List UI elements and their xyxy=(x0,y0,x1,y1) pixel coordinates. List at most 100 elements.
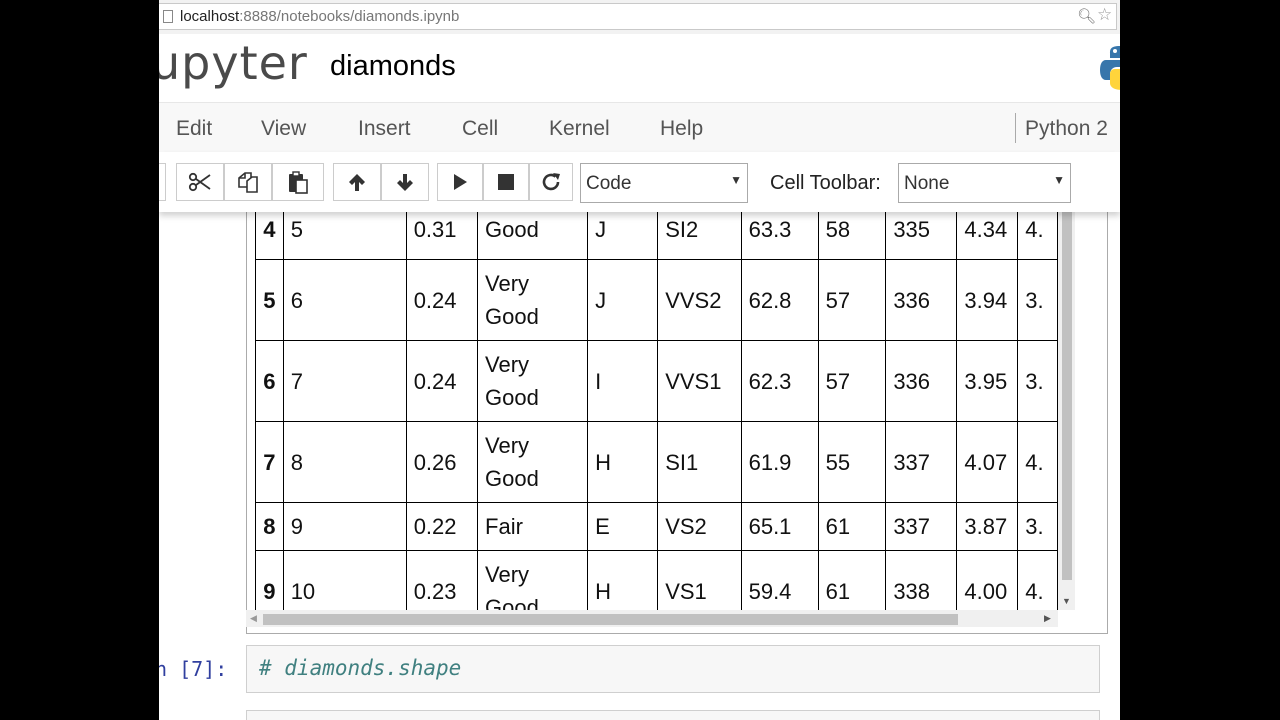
code-cell-input[interactable]: # diamonds.shape xyxy=(246,645,1100,693)
kernel-indicator: Python 2 xyxy=(1025,117,1108,140)
table-cell: Very Good xyxy=(477,550,589,610)
cell-type-value: Code xyxy=(586,173,632,194)
table-cell: 0.22 xyxy=(405,502,479,551)
cell-toolbar-select[interactable]: None ▼ xyxy=(898,163,1071,203)
table-cell: VVS2 xyxy=(657,259,742,341)
table-cell: I xyxy=(587,340,659,422)
python-logo-icon xyxy=(1100,46,1120,90)
table-cell: Very Good xyxy=(477,340,589,422)
url-box[interactable]: localhost:8888/notebooks/diamonds.ipynb … xyxy=(159,3,1117,30)
table-cell: 4. xyxy=(1017,550,1058,610)
table-cell: 0.26 xyxy=(405,421,479,503)
table-cell: VS2 xyxy=(657,502,742,551)
menu-edit[interactable]: Edit xyxy=(176,117,212,141)
table-cell: Fair xyxy=(477,502,589,551)
menu-insert[interactable]: Insert xyxy=(358,117,411,141)
table-cell: Very Good xyxy=(477,421,589,503)
vertical-scroll-thumb[interactable] xyxy=(1062,212,1072,580)
table-cell: 3. xyxy=(1017,340,1058,422)
url-text[interactable]: localhost:8888/notebooks/diamonds.ipynb xyxy=(180,8,459,25)
dataframe-table: 4 5 0.31 Good J SI2 63.3 58 335 4.34 4. 5 6 0.24 Very … xyxy=(255,212,1058,610)
table-cell: Good xyxy=(477,212,589,260)
row-index: 6 xyxy=(255,340,284,422)
row-index: 8 xyxy=(255,502,284,551)
table-row: 7 8 0.26 Very Good H SI1 61.9 55 337 4.07 4. xyxy=(255,421,1058,503)
row-index: 5 xyxy=(255,259,284,341)
menu-kernel[interactable]: Kernel xyxy=(549,117,610,141)
cut-button[interactable] xyxy=(176,163,224,201)
url-path: :8888/notebooks/diamonds.ipynb xyxy=(239,8,460,25)
dropdown-arrow-icon: ▼ xyxy=(1053,173,1065,187)
table-cell: H xyxy=(587,421,659,503)
menu-help[interactable]: Help xyxy=(660,117,703,141)
table-row: 5 6 0.24 Very Good J VVS2 62.8 57 336 3.94 3. xyxy=(255,259,1058,341)
copy-button[interactable] xyxy=(224,163,272,201)
table-cell: E xyxy=(587,502,659,551)
table-cell: J xyxy=(587,212,659,260)
table-cell: 3. xyxy=(1017,259,1058,341)
notebook-title[interactable]: diamonds xyxy=(330,50,456,83)
table-cell: SI1 xyxy=(657,421,742,503)
zoom-icon[interactable]: 🔍︎ xyxy=(1077,7,1096,25)
row-index: 4 xyxy=(255,212,284,260)
table-cell: 4.00 xyxy=(956,550,1019,610)
scroll-left-arrow-icon[interactable]: ◀ xyxy=(250,613,257,624)
refresh-icon xyxy=(542,173,560,191)
table-cell: SI2 xyxy=(657,212,742,260)
table-cell: 57 xyxy=(817,259,887,341)
table-cell: Very Good xyxy=(477,259,589,341)
table-cell: 0.23 xyxy=(405,550,479,610)
table-cell: 10 xyxy=(282,550,407,610)
vertical-scrollbar[interactable]: ▼ xyxy=(1058,212,1075,610)
table-cell: 61 xyxy=(817,502,887,551)
bookmark-star-icon[interactable]: ☆ xyxy=(1097,5,1112,25)
move-down-button[interactable] xyxy=(381,163,429,201)
main-toolbar: Code ▼ Cell Toolbar: None ▼ xyxy=(159,152,1120,212)
menu-cell[interactable]: Cell xyxy=(462,117,498,141)
stop-icon xyxy=(498,174,514,190)
table-cell: 0.24 xyxy=(405,340,479,422)
paste-button[interactable] xyxy=(272,163,324,201)
table-row: 6 7 0.24 Very Good I VVS1 62.3 57 336 3.95 3. xyxy=(255,340,1058,422)
table-row: 4 5 0.31 Good J SI2 63.3 58 335 4.34 4. xyxy=(255,212,1058,260)
menu-view[interactable]: View xyxy=(261,117,306,141)
cell-type-select[interactable]: Code ▼ xyxy=(580,163,748,203)
horizontal-scrollbar[interactable]: ◀ ▶ xyxy=(246,610,1058,627)
table-cell: 8 xyxy=(282,421,407,503)
table-cell: 62.8 xyxy=(740,259,819,341)
row-index: 7 xyxy=(255,421,284,503)
table-cell: 65.1 xyxy=(740,502,819,551)
arrow-down-icon xyxy=(397,174,413,191)
next-code-cell[interactable] xyxy=(246,710,1100,720)
dropdown-arrow-icon: ▼ xyxy=(730,173,742,187)
scroll-down-arrow-icon[interactable]: ▼ xyxy=(1062,596,1071,606)
table-cell: 3.94 xyxy=(956,259,1019,341)
table-cell: H xyxy=(587,550,659,610)
address-bar: localhost:8888/notebooks/diamonds.ipynb … xyxy=(159,0,1120,34)
table-cell: 0.24 xyxy=(405,259,479,341)
menu-bar: Edit View Insert Cell Kernel Help Python… xyxy=(159,102,1120,154)
table-row: 9 10 0.23 Very Good H VS1 59.4 61 338 4.00 4. xyxy=(255,550,1058,610)
table-cell: 4.34 xyxy=(956,212,1019,260)
save-button-partial[interactable] xyxy=(159,163,166,201)
table-cell: 5 xyxy=(282,212,407,260)
dataframe-output: 4 5 0.31 Good J SI2 63.3 58 335 4.34 4. 5 6 0.24 Very … xyxy=(255,212,1058,610)
table-cell: 4. xyxy=(1017,421,1058,503)
table-cell: 61 xyxy=(817,550,887,610)
interrupt-button[interactable] xyxy=(483,163,529,201)
run-button[interactable] xyxy=(437,163,483,201)
scroll-right-arrow-icon[interactable]: ▶ xyxy=(1044,613,1051,624)
table-cell: 55 xyxy=(817,421,887,503)
paste-icon xyxy=(289,171,308,194)
restart-button[interactable] xyxy=(529,163,573,201)
jupyter-logo[interactable]: upyter xyxy=(159,34,308,92)
horizontal-scroll-thumb[interactable] xyxy=(263,614,958,625)
notebook-header: upyter diamonds xyxy=(159,34,1120,102)
cell-toolbar-label: Cell Toolbar: xyxy=(770,172,881,194)
code-text[interactable]: # diamonds.shape xyxy=(259,656,461,680)
url-host: localhost xyxy=(180,8,240,25)
table-cell: 58 xyxy=(817,212,887,260)
move-up-button[interactable] xyxy=(333,163,381,201)
browser-window: localhost:8888/notebooks/diamonds.ipynb … xyxy=(159,0,1120,720)
table-cell: 3.87 xyxy=(956,502,1019,551)
